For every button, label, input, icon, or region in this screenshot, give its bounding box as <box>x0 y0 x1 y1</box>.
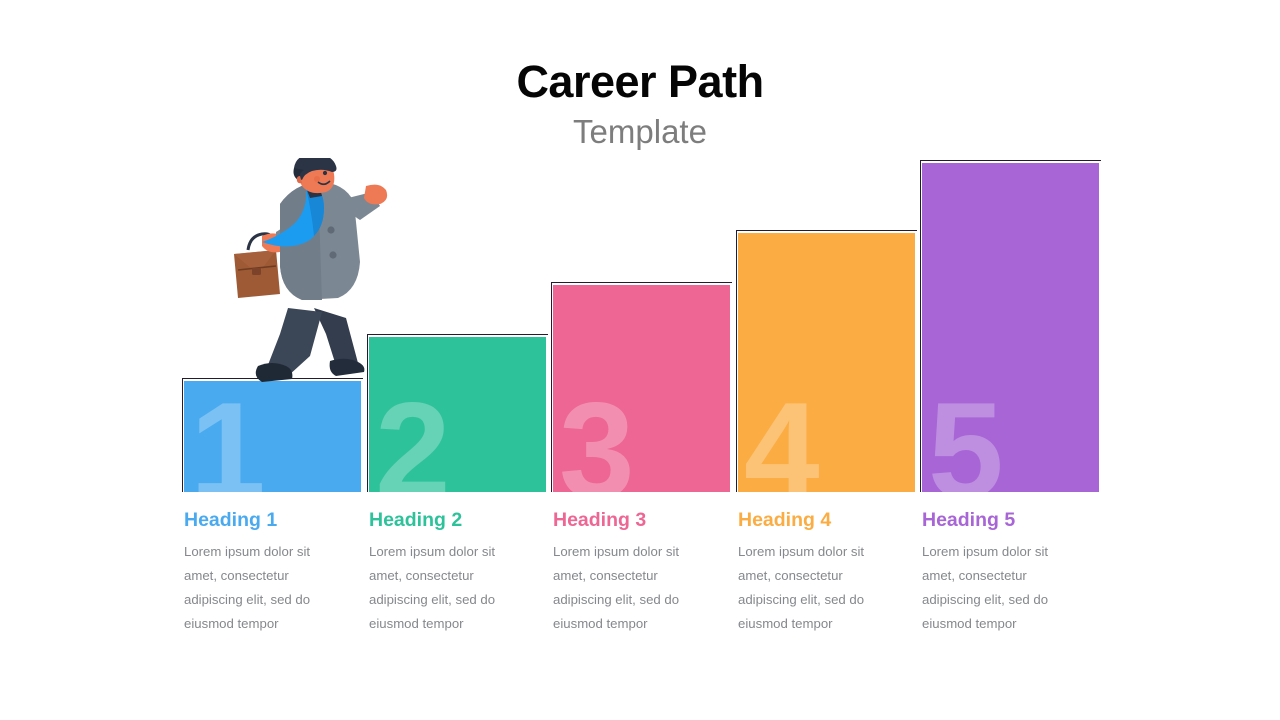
businessman-illustration <box>218 154 393 390</box>
step-text-column-5: Heading 5 Lorem ipsum dolor sit amet, con… <box>922 509 1082 637</box>
step-body-2: Lorem ipsum dolor sit amet, consectetur … <box>369 544 496 632</box>
step-bar-3[interactable]: 3 <box>553 285 730 492</box>
step-text-column-2: Heading 2 Lorem ipsum dolor sit amet, con… <box>369 509 529 637</box>
step-heading-2: Heading 2 <box>369 509 463 531</box>
step-heading-3: Heading 3 <box>553 509 647 531</box>
step-bar-5[interactable]: 5 <box>922 163 1099 492</box>
step-body-1: Lorem ipsum dolor sit amet, consectetur … <box>184 544 311 632</box>
slide-canvas: Career Path Template 12345 Heading 1 Lor… <box>0 0 1280 720</box>
step-number-2: 2 <box>375 374 451 492</box>
step-heading-4: Heading 4 <box>738 509 832 531</box>
step-bar-2[interactable]: 2 <box>369 337 546 492</box>
step-body-5: Lorem ipsum dolor sit amet, consectetur … <box>922 544 1049 632</box>
step-heading-1: Heading 1 <box>184 509 278 531</box>
step-body-3: Lorem ipsum dolor sit amet, consectetur … <box>553 544 680 632</box>
step-heading-5: Heading 5 <box>922 509 1016 531</box>
step-number-3: 3 <box>559 374 635 492</box>
step-bar-1[interactable]: 1 <box>184 381 361 492</box>
step-body-4: Lorem ipsum dolor sit amet, consectetur … <box>738 544 865 632</box>
step-text-column-1: Heading 1 Lorem ipsum dolor sit amet, con… <box>184 509 344 637</box>
step-bar-4[interactable]: 4 <box>738 233 915 492</box>
step-number-4: 4 <box>744 374 820 492</box>
step-number-5: 5 <box>928 374 1004 492</box>
step-text-column-3: Heading 3 Lorem ipsum dolor sit amet, con… <box>553 509 713 637</box>
step-number-1: 1 <box>190 381 266 492</box>
step-text-column-4: Heading 4 Lorem ipsum dolor sit amet, con… <box>738 509 898 637</box>
